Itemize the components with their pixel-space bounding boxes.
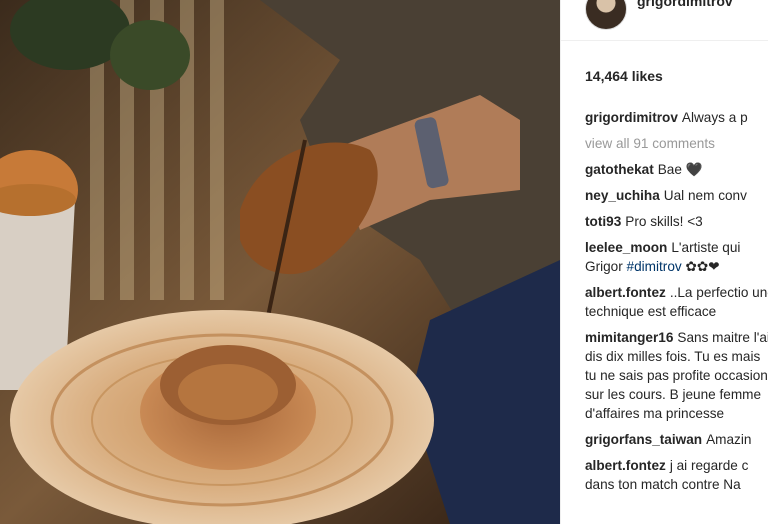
comment-text: Amazin — [706, 432, 752, 447]
comment-username[interactable]: mimitanger16 — [585, 330, 673, 345]
comment-item: albert.fontez j ai regarde c dans ton mat… — [585, 456, 768, 494]
caption-username[interactable]: grigordimitrov — [585, 110, 678, 125]
comments-list: grigordimitrov Always a p view all 91 com… — [585, 108, 768, 501]
comment-username[interactable]: gatothekat — [585, 162, 654, 177]
post-header: grigordimitrov — [561, 0, 768, 41]
comment-text-line2: Grigor — [585, 259, 627, 274]
comment-item: toti93 Pro skills! <3 — [585, 212, 768, 231]
comment-item: ney_uchiha Ual nem conv — [585, 186, 768, 205]
avatar[interactable] — [585, 0, 627, 30]
comment-text: Ual nem conv — [663, 188, 747, 203]
comment-username[interactable]: albert.fontez — [585, 458, 666, 473]
comment-text: Bae 🖤 — [657, 162, 703, 177]
emoji-text: ✿✿❤ — [681, 259, 720, 274]
comment-item: gatothekat Bae 🖤 — [585, 160, 768, 179]
comment-item: leelee_moon L'artiste qui Grigor #dimitro… — [585, 238, 768, 276]
caption: grigordimitrov Always a p — [585, 108, 768, 127]
likes-count[interactable]: 14,464 likes — [585, 68, 663, 84]
comment-username[interactable]: ney_uchiha — [585, 188, 660, 203]
post-username[interactable]: grigordimitrov — [637, 0, 733, 9]
hashtag-link[interactable]: #dimitrov — [627, 259, 682, 274]
comment-item: mimitanger16 Sans maitre l'ai dis dix mil… — [585, 328, 768, 423]
comment-username[interactable]: toti93 — [585, 214, 621, 229]
comment-text: L'artiste qui — [671, 240, 741, 255]
comment-item: grigorfans_taiwan Amazin — [585, 430, 768, 449]
comments-panel: grigordimitrov 14,464 likes grigordimitr… — [560, 0, 768, 524]
pottery-photo-image — [0, 0, 560, 524]
comment-username[interactable]: albert.fontez — [585, 285, 666, 300]
comment-item: albert.fontez ..La perfectio une techniqu… — [585, 283, 768, 321]
post-photo[interactable] — [0, 0, 560, 524]
comment-text: Pro skills! <3 — [625, 214, 703, 229]
caption-text: Always a p — [681, 110, 748, 125]
comment-username[interactable]: grigorfans_taiwan — [585, 432, 702, 447]
view-all-comments-link[interactable]: view all 91 comments — [585, 134, 768, 153]
comment-username[interactable]: leelee_moon — [585, 240, 667, 255]
